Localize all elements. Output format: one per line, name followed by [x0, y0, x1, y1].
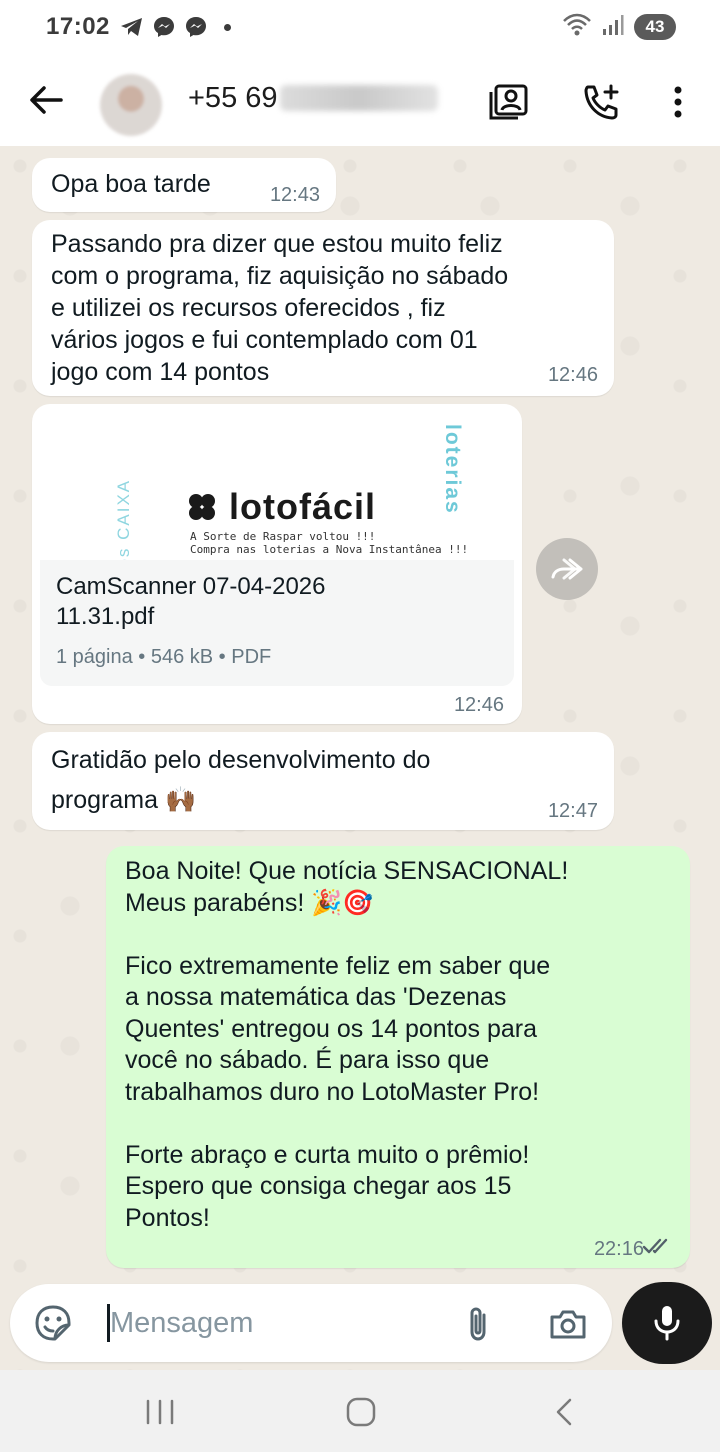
message-text: Opa boa tarde	[51, 170, 211, 198]
message-time: 12:46	[547, 364, 598, 386]
preview-line: Compra nas loterias a Nova Instantânea !…	[190, 543, 469, 556]
document-preview[interactable]: rios CAIXA loterias lotofácil A Sorte de…	[40, 412, 514, 560]
redacted-number	[279, 85, 438, 111]
clover-icon	[189, 494, 215, 520]
message-time: 22:16	[593, 1238, 644, 1260]
more-options-button[interactable]	[654, 78, 702, 126]
contact-card-icon	[489, 84, 528, 120]
mic-icon	[654, 1306, 680, 1341]
preview-small-text: A Sorte de Raspar voltou !!! Compra nas …	[190, 530, 468, 556]
message-text: Passando pra dizer que estou muito feliz…	[51, 230, 509, 386]
document-info[interactable]: CamScanner 07-04-2026 11.31.pdf 1 página…	[40, 560, 514, 686]
message-text: Gratidão pelo desenvolvimento do program…	[51, 746, 431, 814]
mic-button[interactable]	[622, 1282, 712, 1364]
status-right: 43	[562, 12, 676, 42]
wifi-icon	[562, 13, 592, 42]
message-incoming[interactable]: Passando pra dizer que estou muito feliz…	[32, 220, 614, 396]
camera-icon	[550, 1310, 586, 1339]
system-nav-bar	[0, 1370, 720, 1452]
chat-area[interactable]: Opa boa tarde 12:43 Passando pra dizer q…	[0, 146, 720, 1370]
add-call-icon	[584, 84, 619, 120]
telegram-icon	[120, 16, 144, 38]
message-outgoing[interactable]: Boa Noite! Que notícia SENSACIONAL! Meus…	[106, 846, 690, 1268]
contact-name: +55 69	[188, 82, 278, 114]
camera-button[interactable]	[546, 1302, 590, 1346]
preview-side-text: rios CAIXA	[114, 478, 133, 560]
document-meta: 1 página • 546 kB • PDF	[56, 646, 272, 668]
message-input[interactable]	[110, 1302, 440, 1344]
status-time: 17:02	[46, 13, 110, 40]
attach-button[interactable]	[456, 1302, 500, 1346]
signal-icon	[602, 14, 624, 41]
messenger-icon	[184, 15, 208, 39]
notification-icons	[120, 12, 231, 42]
forward-button[interactable]	[536, 538, 598, 600]
home-button[interactable]	[339, 1392, 383, 1432]
document-name: CamScanner 07-04-2026 11.31.pdf	[56, 573, 326, 630]
message-document[interactable]: rios CAIXA loterias lotofácil A Sorte de…	[32, 404, 522, 724]
contact-card-button[interactable]	[484, 78, 532, 126]
message-time: 12:43	[269, 184, 320, 206]
message-incoming[interactable]: Gratidão pelo desenvolvimento do program…	[32, 732, 614, 830]
recents-icon	[146, 1399, 174, 1425]
recents-button[interactable]	[138, 1392, 182, 1432]
paperclip-icon	[470, 1307, 486, 1341]
nav-back-icon	[556, 1398, 572, 1426]
status-bar: 17:02 43	[0, 0, 720, 54]
preview-line: A Sorte de Raspar voltou !!!	[190, 530, 376, 543]
sticker-button[interactable]	[32, 1302, 74, 1344]
nav-back-button[interactable]	[542, 1392, 586, 1432]
lotofacil-logo: lotofácil	[185, 486, 376, 528]
message-text: Boa Noite! Que notícia SENSACIONAL! Meus…	[125, 857, 569, 1232]
messenger-icon	[152, 15, 176, 39]
back-arrow-icon	[30, 86, 63, 114]
more-vert-icon	[674, 86, 682, 118]
message-incoming[interactable]: Opa boa tarde 12:43	[32, 158, 336, 212]
message-composer	[10, 1284, 612, 1362]
more-notifications-dot	[224, 23, 231, 31]
contact-name-area[interactable]: +55 69	[188, 82, 438, 115]
contact-avatar[interactable]	[100, 74, 162, 136]
forward-icon	[551, 558, 583, 580]
battery-indicator: 43	[634, 14, 676, 40]
chat-header: +55 69	[0, 54, 720, 146]
add-call-button[interactable]	[578, 78, 626, 126]
home-icon	[346, 1397, 376, 1427]
message-time: 12:46	[453, 694, 504, 716]
back-button[interactable]	[24, 78, 68, 122]
message-time: 12:47	[547, 800, 598, 822]
double-check-icon	[642, 1236, 674, 1261]
sticker-icon	[35, 1305, 71, 1341]
logo-text: lotofácil	[229, 486, 377, 527]
preview-side-text: loterias	[441, 424, 464, 515]
